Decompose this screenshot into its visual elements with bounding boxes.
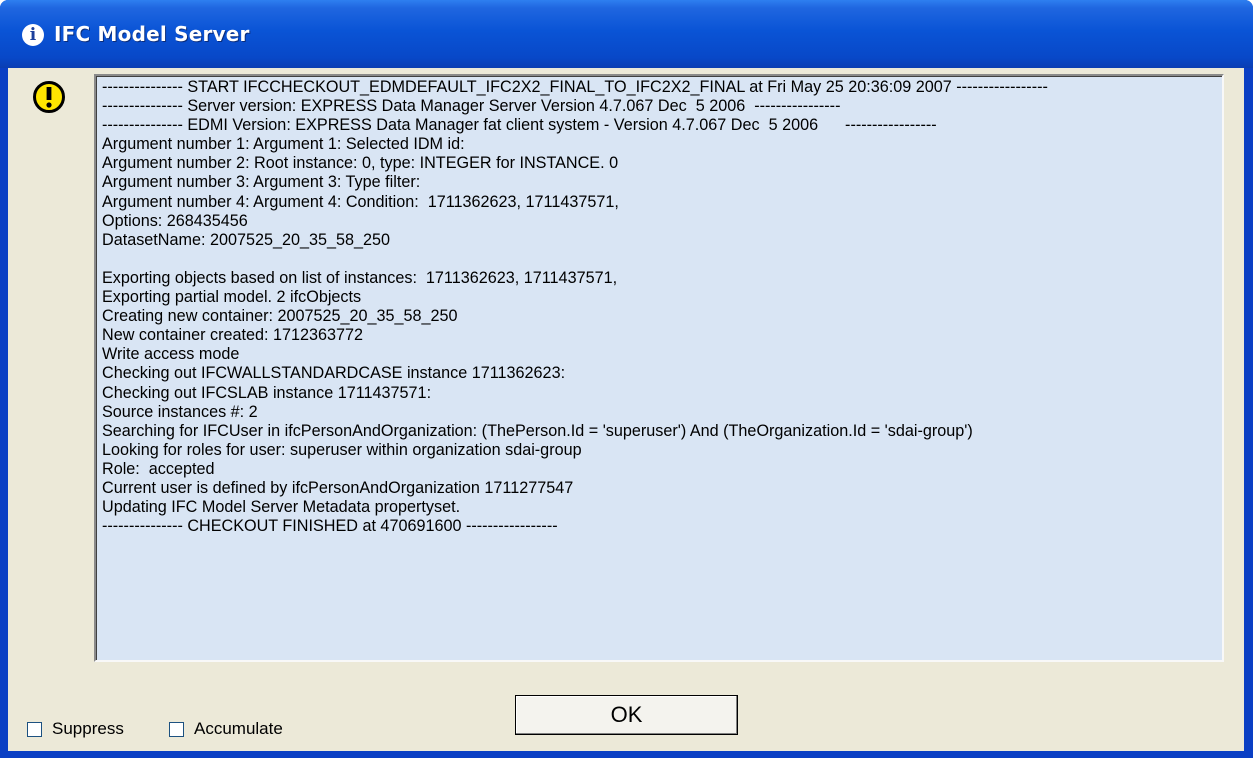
suppress-option[interactable]: Suppress bbox=[27, 717, 124, 741]
log-line: Argument number 2: Root instance: 0, typ… bbox=[102, 154, 619, 173]
log-line: Argument number 4: Argument 4: Condition… bbox=[102, 192, 619, 211]
accumulate-option[interactable]: Accumulate bbox=[169, 717, 283, 741]
warning-icon bbox=[33, 81, 65, 113]
log-line: Exporting objects based on list of insta… bbox=[102, 268, 618, 287]
log-line: Checking out IFCWALLSTANDARDCASE instanc… bbox=[102, 364, 566, 383]
log-line: Argument number 3: Argument 3: Type filt… bbox=[102, 173, 421, 192]
log-line: Write access mode bbox=[102, 345, 240, 364]
log-line: Updating IFC Model Server Metadata prope… bbox=[102, 498, 461, 517]
log-line: Role: accepted bbox=[102, 459, 215, 478]
log-line: --------------- EDMI Version: EXPRESS Da… bbox=[102, 116, 937, 135]
title-bar[interactable]: i IFC Model Server bbox=[0, 0, 1253, 68]
ok-button[interactable]: OK bbox=[515, 695, 738, 735]
log-line: New container created: 1712363772 bbox=[102, 326, 363, 345]
info-icon: i bbox=[22, 24, 44, 46]
log-line: Options: 268435456 bbox=[102, 211, 248, 230]
log-line: Looking for roles for user: superuser wi… bbox=[102, 440, 582, 459]
log-line: Exporting partial model. 2 ifcObjects bbox=[102, 288, 362, 307]
suppress-label: Suppress bbox=[52, 719, 124, 738]
log-line: Searching for IFCUser in ifcPersonAndOrg… bbox=[102, 421, 973, 440]
log-line: Creating new container: 2007525_20_35_58… bbox=[102, 307, 458, 326]
dialog-body: --------------- START IFCCHECKOUT_EDMDEF… bbox=[8, 68, 1244, 751]
window-title: IFC Model Server bbox=[54, 22, 250, 46]
dialog-window: i IFC Model Server --------------- START… bbox=[0, 0, 1253, 758]
log-line: DatasetName: 2007525_20_35_58_250 bbox=[102, 230, 391, 249]
log-text-area[interactable]: --------------- START IFCCHECKOUT_EDMDEF… bbox=[94, 74, 1224, 662]
log-line: Current user is defined by ifcPersonAndO… bbox=[102, 478, 574, 497]
log-line: --------------- START IFCCHECKOUT_EDMDEF… bbox=[102, 78, 1048, 96]
suppress-checkbox[interactable] bbox=[27, 721, 42, 737]
log-line: --------------- Server version: EXPRESS … bbox=[102, 97, 841, 116]
accumulate-checkbox[interactable] bbox=[169, 721, 184, 737]
accumulate-label: Accumulate bbox=[194, 719, 283, 738]
log-line: Checking out IFCSLAB instance 1711437571… bbox=[102, 383, 432, 402]
log-line: --------------- CHECKOUT FINISHED at 470… bbox=[102, 517, 558, 536]
log-line: Argument number 1: Argument 1: Selected … bbox=[102, 135, 465, 154]
log-line: Source instances #: 2 bbox=[102, 402, 258, 421]
